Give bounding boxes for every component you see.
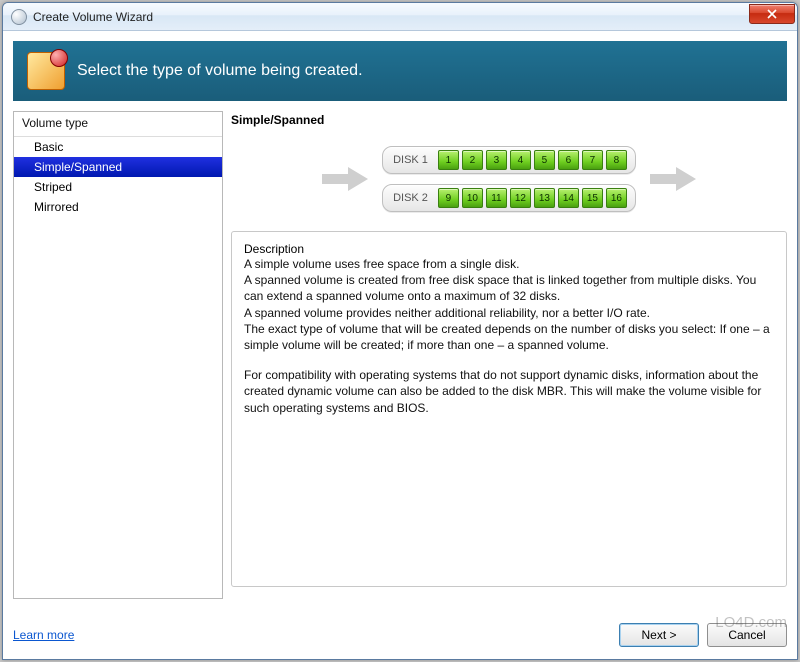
disk-block: 15 [582, 188, 603, 208]
disk-block: 8 [606, 150, 627, 170]
section-title: Simple/Spanned [231, 111, 787, 131]
app-icon [11, 9, 27, 25]
disk-block: 5 [534, 150, 555, 170]
sidebar-item-striped[interactable]: Striped [14, 177, 222, 197]
disk-row: DISK 1 1 2 3 4 5 6 7 8 [382, 146, 636, 174]
description-text: A spanned volume is created from free di… [244, 272, 776, 304]
disk-label: DISK 2 [393, 192, 428, 204]
description-legend: Description [244, 242, 304, 256]
arrow-right-icon [650, 166, 696, 192]
titlebar: Create Volume Wizard [3, 3, 797, 31]
sidebar-header: Volume type [14, 112, 222, 137]
sidebar-item-mirrored[interactable]: Mirrored [14, 197, 222, 217]
disk-block: 11 [486, 188, 507, 208]
disk-group: DISK 1 1 2 3 4 5 6 7 8 DISK [382, 146, 636, 212]
disk-block: 13 [534, 188, 555, 208]
learn-more-link[interactable]: Learn more [13, 628, 74, 642]
disk-block: 4 [510, 150, 531, 170]
right-pane: Simple/Spanned DISK 1 1 2 3 4 5 6 [231, 111, 787, 599]
disk-block: 6 [558, 150, 579, 170]
disk-block: 3 [486, 150, 507, 170]
description-text: A spanned volume provides neither additi… [244, 305, 776, 321]
description-text: A simple volume uses free space from a s… [244, 256, 776, 272]
banner: Select the type of volume being created. [13, 41, 787, 101]
close-icon [767, 9, 777, 19]
disk-block: 9 [438, 188, 459, 208]
content-area: Volume type Basic Simple/Spanned Striped… [13, 111, 787, 599]
sidebar-item-basic[interactable]: Basic [14, 137, 222, 157]
disk-diagram: DISK 1 1 2 3 4 5 6 7 8 DISK [231, 131, 787, 227]
disk-block: 1 [438, 150, 459, 170]
disk-block: 14 [558, 188, 579, 208]
disk-block: 7 [582, 150, 603, 170]
close-button[interactable] [749, 4, 795, 24]
disk-block: 2 [462, 150, 483, 170]
disk-block: 10 [462, 188, 483, 208]
disk-block: 12 [510, 188, 531, 208]
disk-block: 16 [606, 188, 627, 208]
description-box: Description A simple volume uses free sp… [231, 231, 787, 587]
arrow-left-icon [322, 166, 368, 192]
disk-row: DISK 2 9 10 11 12 13 14 15 16 [382, 184, 636, 212]
sidebar-item-simple-spanned[interactable]: Simple/Spanned [14, 157, 222, 177]
footer: Learn more Next > Cancel [13, 623, 787, 647]
next-button[interactable]: Next > [619, 623, 699, 647]
wizard-icon [27, 52, 65, 90]
banner-headline: Select the type of volume being created. [77, 62, 363, 80]
description-text: The exact type of volume that will be cr… [244, 321, 776, 353]
description-text: For compatibility with operating systems… [244, 367, 776, 416]
window-title: Create Volume Wizard [33, 10, 153, 24]
disk-label: DISK 1 [393, 154, 428, 166]
volume-type-list: Volume type Basic Simple/Spanned Striped… [13, 111, 223, 599]
wizard-window: Create Volume Wizard Select the type of … [2, 2, 798, 660]
cancel-button[interactable]: Cancel [707, 623, 787, 647]
